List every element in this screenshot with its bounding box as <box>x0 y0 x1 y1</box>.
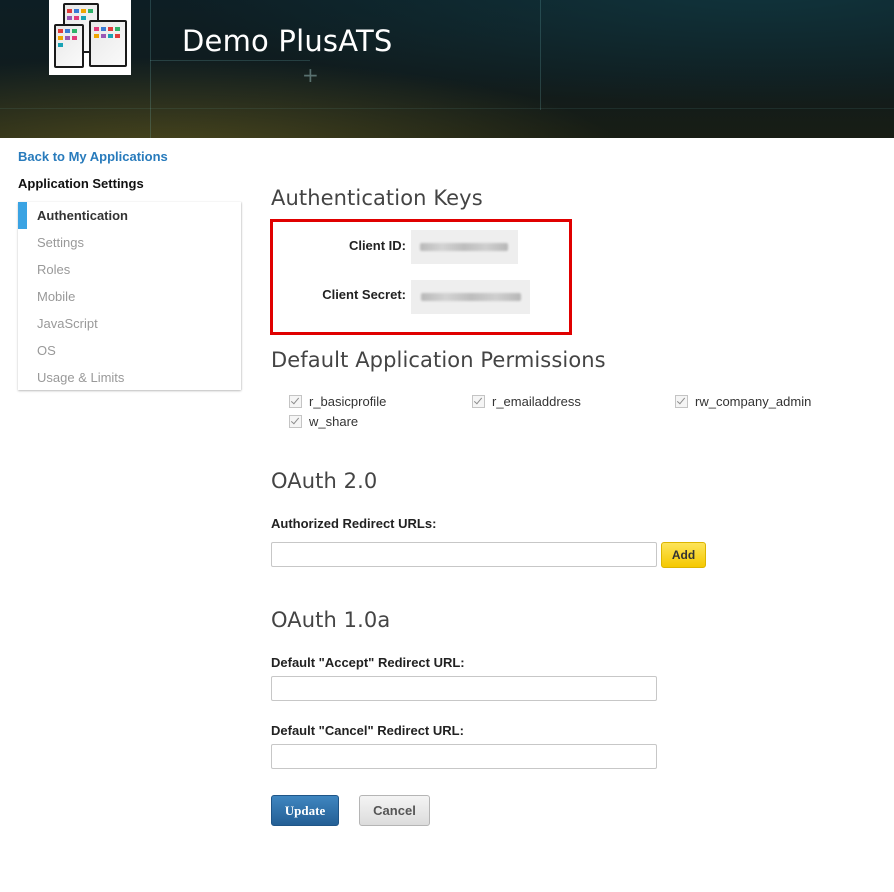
client-id-label: Client ID: <box>348 238 406 253</box>
accept-redirect-url-input[interactable] <box>271 676 657 701</box>
checkbox[interactable] <box>289 415 302 428</box>
nav-item-authentication[interactable]: Authentication <box>18 202 241 229</box>
client-secret-label: Client Secret: <box>322 287 406 302</box>
authorized-redirect-url-input[interactable] <box>271 542 657 567</box>
permission-label: r_basicprofile <box>309 394 387 409</box>
add-redirect-url-button[interactable]: Add <box>661 542 706 568</box>
application-settings-heading: Application Settings <box>18 176 144 191</box>
nav-item-javascript[interactable]: JavaScript <box>18 310 241 337</box>
default-permissions-title: Default Application Permissions <box>271 348 606 372</box>
redacted-value <box>421 293 521 301</box>
oauth1-title: OAuth 1.0a <box>271 608 391 632</box>
app-logo <box>49 0 131 75</box>
nav-item-os[interactable]: OS <box>18 337 241 364</box>
banner-decoration <box>540 0 541 110</box>
checkbox[interactable] <box>472 395 485 408</box>
redacted-value <box>420 243 508 251</box>
banner-decoration <box>150 60 310 61</box>
authentication-keys-title: Authentication Keys <box>271 186 483 210</box>
checkbox[interactable] <box>289 395 302 408</box>
nav-item-roles[interactable]: Roles <box>18 256 241 283</box>
cancel-button[interactable]: Cancel <box>359 795 430 826</box>
nav-item-mobile[interactable]: Mobile <box>18 283 241 310</box>
back-to-applications-link[interactable]: Back to My Applications <box>18 149 168 164</box>
update-button[interactable]: Update <box>271 795 339 826</box>
checkbox[interactable] <box>675 395 688 408</box>
permission-label: r_emailaddress <box>492 394 581 409</box>
app-header-banner: + Demo PlusATS <box>0 0 894 138</box>
cancel-redirect-url-input[interactable] <box>271 744 657 769</box>
nav-item-settings[interactable]: Settings <box>18 229 241 256</box>
settings-nav: Authentication Settings Roles Mobile Jav… <box>18 202 241 390</box>
app-title: Demo PlusATS <box>182 24 393 58</box>
banner-decoration <box>0 108 894 109</box>
accept-redirect-url-label: Default "Accept" Redirect URL: <box>271 655 465 670</box>
banner-decoration <box>150 0 151 138</box>
client-secret-value[interactable] <box>411 280 530 314</box>
authorized-redirect-urls-label: Authorized Redirect URLs: <box>271 516 437 531</box>
permission-label: w_share <box>309 414 359 429</box>
cancel-redirect-url-label: Default "Cancel" Redirect URL: <box>271 723 464 738</box>
permission-label: rw_company_admin <box>695 394 812 409</box>
client-id-value[interactable] <box>411 230 518 264</box>
oauth2-title: OAuth 2.0 <box>271 469 378 493</box>
nav-item-usage-limits[interactable]: Usage & Limits <box>18 364 241 391</box>
plus-icon: + <box>302 63 319 87</box>
